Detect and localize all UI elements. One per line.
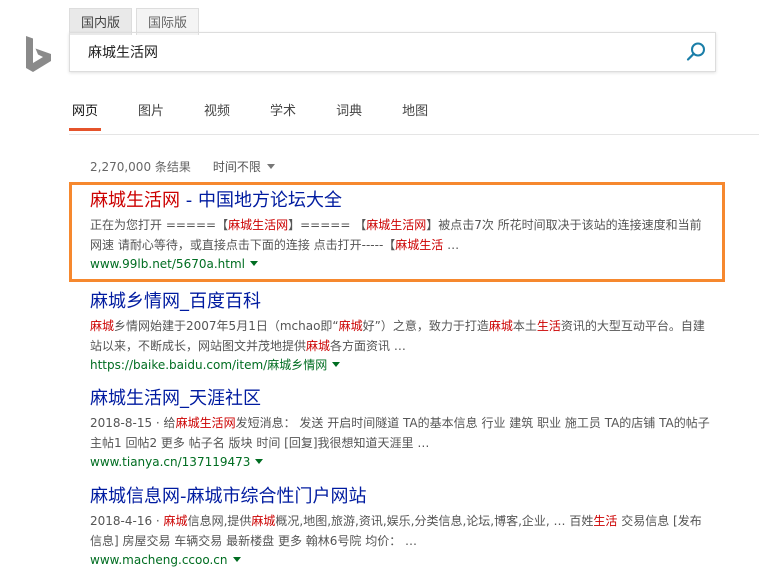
chevron-down-icon[interactable] xyxy=(255,459,264,464)
text-segment: 各方面资讯 … xyxy=(330,339,406,353)
text-segment: 好”）之意，致力于打造 xyxy=(362,319,489,333)
tab-web[interactable]: 网页 xyxy=(69,100,102,131)
chevron-down-icon[interactable] xyxy=(249,261,258,266)
highlighted-keyword: 麻城 xyxy=(488,319,513,333)
tab-academic[interactable]: 学术 xyxy=(270,100,296,119)
result-item: 麻城生活网 - 中国地方论坛大全 正在为您打开 =====【麻城生活网】====… xyxy=(90,190,710,272)
highlighted-keyword: 麻城生活网 xyxy=(228,218,289,232)
result-url[interactable]: www.99lb.net/5670a.html xyxy=(90,256,710,272)
text-segment: 正在为您打开 =====【 xyxy=(90,218,229,232)
result-title-link[interactable]: 麻城乡情网_百度百科 xyxy=(90,291,710,313)
highlighted-keyword: 麻城 xyxy=(338,319,363,333)
region-tab-cn[interactable]: 国内版 xyxy=(69,8,133,35)
tab-dictionary[interactable]: 词典 xyxy=(336,100,362,119)
tab-videos-label: 视频 xyxy=(204,104,231,119)
highlighted-keyword: 麻城 xyxy=(90,319,115,333)
result-url-text: www.tianya.cn/137119473 xyxy=(90,455,251,469)
result-url[interactable]: https://baike.baidu.com/item/麻城乡情网 xyxy=(90,357,710,373)
result-count: 2,270,000 条结果 xyxy=(90,160,191,174)
tab-web-label: 网页 xyxy=(72,104,99,119)
region-tab-intl[interactable]: 国际版 xyxy=(136,8,200,35)
highlighted-keyword: 麻城生活网 xyxy=(366,218,427,232)
region-tabs: 国内版 国际版 xyxy=(69,8,203,35)
search-box xyxy=(69,32,716,72)
search-input[interactable] xyxy=(88,44,668,60)
vertical-nav: 网页 图片 视频 学术 词典 地图 xyxy=(69,100,428,131)
tab-dictionary-label: 词典 xyxy=(336,104,363,119)
highlighted-keyword: 生活 xyxy=(593,514,618,528)
nav-divider xyxy=(69,134,759,135)
result-item: 麻城生活网_天涯社区 2018-8-15 · 给麻城生活网发短消息： 发送 开启… xyxy=(90,388,710,470)
highlighted-keyword: 生活 xyxy=(536,319,561,333)
chevron-down-icon[interactable] xyxy=(332,362,341,367)
highlighted-keyword: 麻城 xyxy=(163,514,188,528)
highlighted-keyword: 麻城生活 xyxy=(395,238,444,252)
tab-maps-label: 地图 xyxy=(402,104,429,119)
time-filter-label: 时间不限 xyxy=(212,160,261,174)
highlighted-keyword: 麻城生活网 xyxy=(90,190,180,211)
results-meta: 2,270,000 条结果 时间不限 xyxy=(90,158,275,175)
result-url[interactable]: www.tianya.cn/137119473 xyxy=(90,454,710,470)
result-snippet: 2018-4-16 · 麻城信息网,提供麻城概况,地图,旅游,资讯,娱乐,分类信… xyxy=(90,511,710,551)
highlighted-keyword: 麻城生活网 xyxy=(175,416,236,430)
result-url-text: www.99lb.net/5670a.html xyxy=(90,257,245,271)
highlighted-keyword: 麻城 xyxy=(251,514,276,528)
text-segment: 麻城生活网_天涯社区 xyxy=(90,388,261,409)
text-segment: 】===== 【 xyxy=(288,218,367,232)
text-segment: 2018-4-16 · xyxy=(90,514,164,528)
search-icon[interactable] xyxy=(685,41,707,63)
tab-videos[interactable]: 视频 xyxy=(204,100,230,119)
result-title-link[interactable]: 麻城信息网-麻城市综合性门户网站 xyxy=(90,486,710,508)
text-segment: 乡情网始建于2007年5月1日（mchao即“ xyxy=(114,319,339,333)
bing-logo-icon xyxy=(26,36,51,72)
text-segment: 概况,地图,旅游,资讯,娱乐,分类信息,论坛,博客,企业, … 百姓 xyxy=(275,514,594,528)
result-item: 麻城信息网-麻城市综合性门户网站 2018-4-16 · 麻城信息网,提供麻城概… xyxy=(90,486,710,568)
active-tab-indicator xyxy=(69,128,102,131)
tab-maps[interactable]: 地图 xyxy=(402,100,428,119)
tab-academic-label: 学术 xyxy=(270,104,297,119)
result-url-text: https://baike.baidu.com/item/麻城乡情网 xyxy=(90,358,328,372)
tab-images[interactable]: 图片 xyxy=(138,100,164,119)
result-snippet: 正在为您打开 =====【麻城生活网】===== 【麻城生活网】被点击7次 所花… xyxy=(90,215,710,255)
text-segment: 麻城信息网-麻城市综合性门户网站 xyxy=(90,486,367,507)
chevron-down-icon[interactable] xyxy=(232,557,241,562)
result-title-link[interactable]: 麻城生活网_天涯社区 xyxy=(90,388,710,410)
text-segment: 麻城乡情网_百度百科 xyxy=(90,291,261,312)
result-url[interactable]: www.macheng.ccoo.cn xyxy=(90,552,710,568)
result-url-text: www.macheng.ccoo.cn xyxy=(90,553,228,567)
result-item: 麻城乡情网_百度百科 麻城乡情网始建于2007年5月1日（mchao即“麻城好”… xyxy=(90,291,710,373)
text-segment: 本土 xyxy=(512,319,537,333)
tab-images-label: 图片 xyxy=(138,104,165,119)
text-segment: - 中国地方论坛大全 xyxy=(180,190,342,211)
result-snippet: 2018-8-15 · 给麻城生活网发短消息： 发送 开启时间隧道 TA的基本信… xyxy=(90,413,710,453)
highlighted-keyword: 麻城 xyxy=(306,339,331,353)
result-title-link[interactable]: 麻城生活网 - 中国地方论坛大全 xyxy=(90,190,710,212)
text-segment: 2018-8-15 · 给 xyxy=(90,416,176,430)
result-snippet: 麻城乡情网始建于2007年5月1日（mchao即“麻城好”）之意，致力于打造麻城… xyxy=(90,316,710,356)
chevron-down-icon xyxy=(266,164,275,169)
text-segment: 信息网,提供 xyxy=(187,514,252,528)
time-filter-dropdown[interactable]: 时间不限 xyxy=(213,158,275,175)
text-segment: … xyxy=(443,238,460,252)
